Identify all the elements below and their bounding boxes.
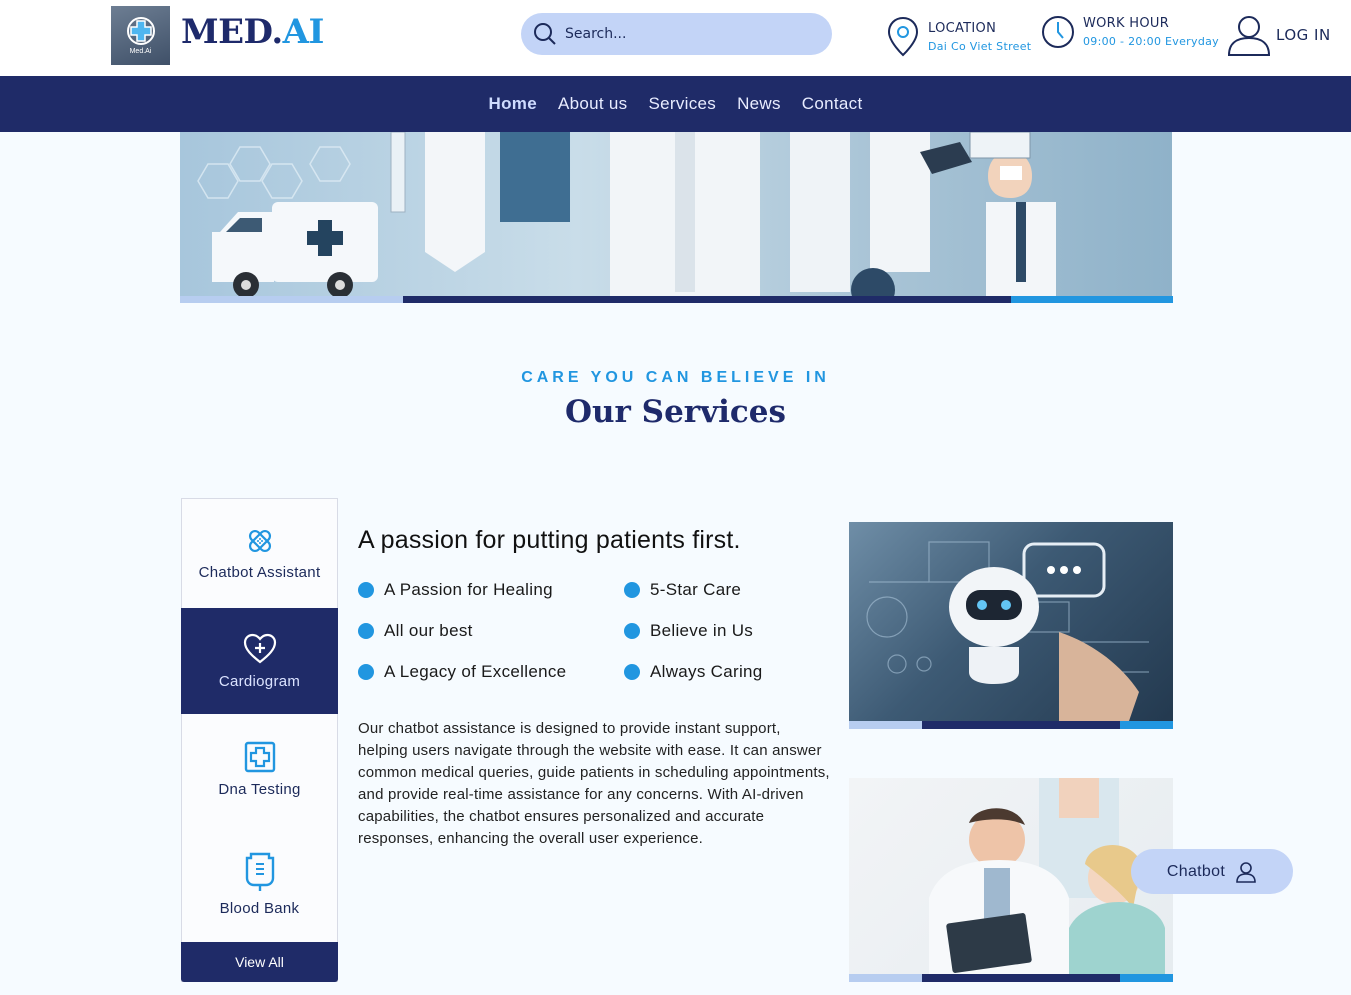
doctor-patient-illustration (929, 778, 1165, 974)
tab-label: Dna Testing (218, 780, 301, 798)
logo[interactable]: Med.Ai (111, 6, 170, 65)
list-item-label: Always Caring (650, 662, 763, 681)
hero-bar-light (180, 296, 403, 303)
tab-blood-bank[interactable]: Blood Bank (182, 824, 337, 942)
hero-bar-navy (403, 296, 1011, 303)
nav-about-us[interactable]: About us (558, 94, 628, 114)
img-bar-navy (922, 974, 1120, 982)
user-icon (1236, 861, 1256, 883)
list-item: Believe in Us (624, 621, 753, 641)
search-input[interactable]: Search... (565, 26, 626, 42)
list-item-label: All our best (384, 621, 473, 640)
list-item: All our best (358, 621, 473, 641)
user-icon (1227, 16, 1271, 56)
hero-bar-blue (1011, 296, 1173, 303)
nav-services[interactable]: Services (648, 94, 716, 114)
bullet-dot (624, 623, 640, 639)
work-hours-info: WORK HOUR 09:00 - 20:00 Everyday (1040, 14, 1219, 50)
tab-label: Chatbot Assistant (198, 564, 321, 581)
tab-chatbot-assistant[interactable]: Chatbot Assistant (182, 499, 337, 608)
location-value: Dai Co Viet Street (928, 40, 1032, 53)
location-info: LOCATION Dai Co Viet Street (886, 16, 1031, 58)
list-item: A Legacy of Excellence (358, 662, 566, 682)
bullet-dot (624, 582, 640, 598)
bandage-icon (248, 529, 271, 553)
clock-icon (1042, 16, 1074, 48)
section-title: Our Services (565, 394, 786, 430)
img-bar-blue (1120, 721, 1173, 729)
location-pin-icon (887, 16, 919, 57)
tab-cardiogram[interactable]: Cardiogram (181, 608, 338, 714)
nav-contact[interactable]: Contact (802, 94, 863, 114)
tab-label: Blood Bank (219, 899, 300, 917)
list-item: A Passion for Healing (358, 580, 553, 600)
search-bar[interactable]: Search... (521, 13, 832, 55)
list-item-label: 5-Star Care (650, 580, 742, 599)
search-icon (534, 23, 556, 45)
brand-main: MED. (181, 12, 283, 52)
service-headline: A passion for putting patients first. (358, 526, 741, 554)
tab-dna-testing[interactable]: Dna Testing (182, 714, 337, 824)
brand-accent: AI (282, 12, 325, 52)
bullet-dot (624, 664, 640, 680)
img-bar-light (849, 974, 922, 982)
hero-illustration (197, 132, 1056, 297)
login-button[interactable]: LOG IN (1226, 12, 1331, 58)
main-nav: Home About us Services News Contact (0, 76, 1351, 132)
ai-robot-image (849, 522, 1173, 721)
heart-plus-icon (243, 633, 276, 663)
hours-label: WORK HOUR (1083, 16, 1170, 31)
bullet-dot (358, 664, 374, 680)
blood-bag-icon (245, 852, 274, 891)
list-item-label: A Passion for Healing (384, 580, 553, 599)
doctor-patient-image (849, 778, 1173, 974)
medical-cross-logo-icon (126, 17, 155, 45)
view-all-button[interactable]: View All (181, 942, 338, 982)
bullet-dot (358, 623, 374, 639)
tab-label: Cardiogram (218, 672, 301, 690)
logo-caption: Med.Ai (129, 48, 152, 55)
chatbot-label: Chatbot (1166, 862, 1226, 880)
section-kicker: CARE YOU CAN BELIEVE IN (521, 369, 830, 386)
img-bar-navy (922, 721, 1120, 729)
img-bar-blue (1120, 974, 1173, 982)
list-item-label: Believe in Us (650, 621, 754, 640)
list-item: 5-Star Care (624, 580, 741, 600)
login-label: LOG IN (1276, 26, 1331, 44)
service-description: Our chatbot assistance is designed to pr… (358, 720, 830, 847)
bullet-dot (358, 582, 374, 598)
service-tabs: Chatbot Assistant Cardiogram Dna Testing… (181, 498, 338, 982)
img-bar-light (849, 721, 922, 729)
medical-cross-icon (244, 741, 275, 772)
list-item-label: A Legacy of Excellence (384, 662, 567, 681)
brand-name[interactable]: MED.AI (181, 12, 324, 52)
nav-home[interactable]: Home (489, 94, 537, 114)
list-item: Always Caring (624, 662, 763, 682)
nav-news[interactable]: News (737, 94, 781, 114)
top-bar: Med.Ai MED.AI Search... LOCATION Dai Co … (0, 0, 1351, 76)
location-label: LOCATION (928, 21, 997, 36)
hours-value: 09:00 - 20:00 Everyday (1083, 35, 1219, 48)
robot-illustration (866, 541, 1149, 721)
hero-banner-image (180, 132, 1172, 297)
chatbot-button[interactable]: Chatbot (1131, 849, 1293, 894)
